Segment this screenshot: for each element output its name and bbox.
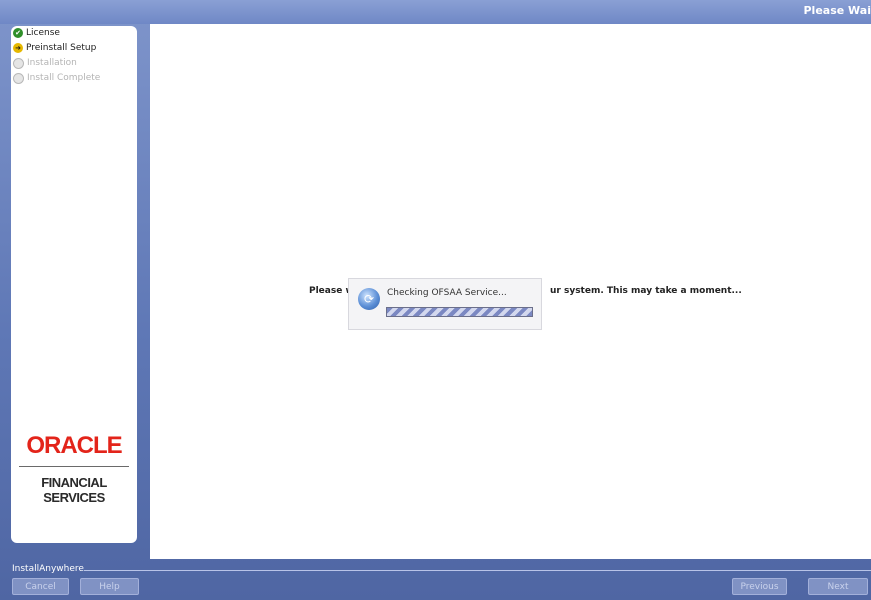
progress-bar bbox=[386, 307, 533, 317]
oracle-logo-text: ORACLE bbox=[26, 432, 122, 459]
title-bar: Please Wai bbox=[0, 0, 871, 24]
step-label: License bbox=[26, 28, 60, 38]
pending-circle-icon bbox=[13, 72, 24, 84]
footer-divider bbox=[84, 570, 871, 571]
steps-panel: ✔ License ➜ Preinstall Setup Installatio… bbox=[11, 26, 137, 543]
wait-message-end: ur system. This may take a moment... bbox=[550, 286, 742, 296]
progress-label: Checking OFSAA Service... bbox=[387, 288, 507, 298]
step-installation: Installation bbox=[13, 57, 100, 69]
step-install-complete: Install Complete bbox=[13, 72, 100, 84]
step-license: ✔ License bbox=[13, 27, 100, 39]
step-list: ✔ License ➜ Preinstall Setup Installatio… bbox=[13, 27, 100, 87]
step-preinstall-setup: ➜ Preinstall Setup bbox=[13, 42, 100, 54]
help-button[interactable]: Help bbox=[80, 578, 139, 595]
pending-circle-icon bbox=[13, 57, 24, 69]
content-area: Please w ur system. This may take a mome… bbox=[150, 24, 871, 559]
progress-dialog: ⟳ Checking OFSAA Service... bbox=[348, 278, 542, 330]
arrow-right-icon: ➜ bbox=[13, 43, 23, 53]
installer-globe-icon: ⟳ bbox=[358, 288, 380, 310]
step-label: Installation bbox=[27, 58, 77, 68]
next-button[interactable]: Next bbox=[808, 578, 868, 595]
step-label: Preinstall Setup bbox=[26, 43, 97, 53]
cancel-button[interactable]: Cancel bbox=[12, 578, 69, 595]
progress-bar-fill bbox=[387, 308, 532, 316]
step-label: Install Complete bbox=[27, 73, 101, 83]
checkmark-icon: ✔ bbox=[13, 28, 23, 38]
previous-button[interactable]: Previous bbox=[732, 578, 787, 595]
installer-window: Please Wai ✔ License ➜ Preinstall Setup … bbox=[0, 0, 871, 600]
window-title: Please Wai bbox=[803, 4, 871, 17]
financial-services-text: FINANCIAL SERVICES bbox=[41, 475, 107, 505]
installanywhere-label: InstallAnywhere bbox=[12, 564, 84, 574]
oracle-financial-services-logo: ORACLE FINANCIAL SERVICES bbox=[11, 432, 137, 505]
logo-divider bbox=[19, 466, 129, 467]
